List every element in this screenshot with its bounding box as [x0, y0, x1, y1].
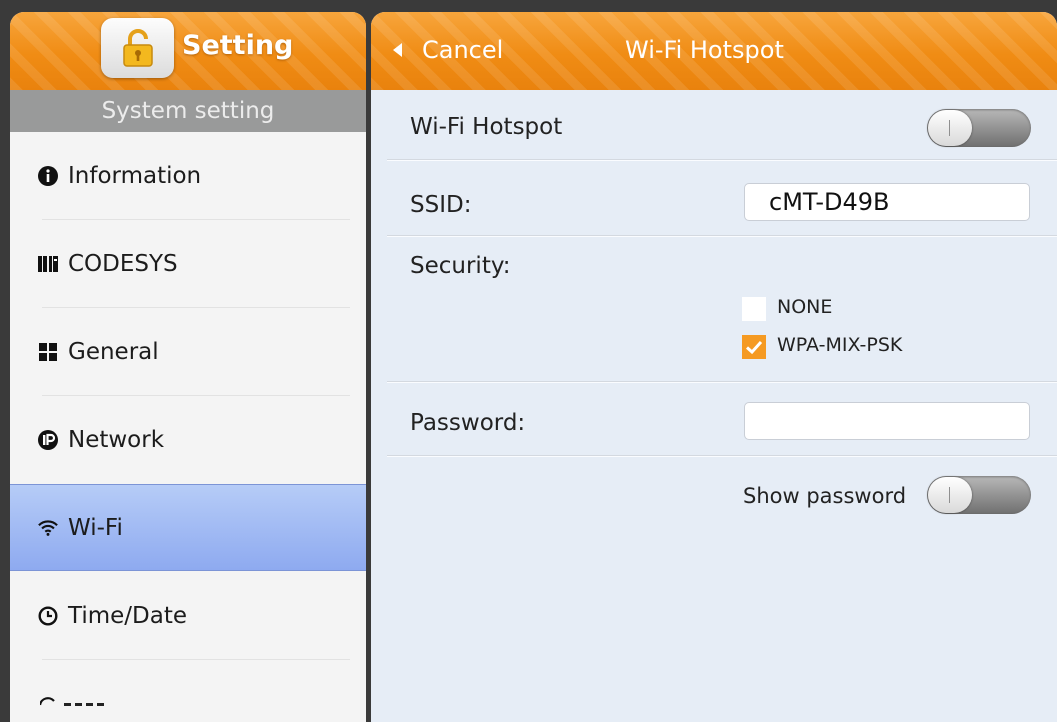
panel-header: Cancel Wi-Fi Hotspot	[371, 12, 1057, 90]
sidebar-item-general[interactable]: General	[10, 308, 366, 396]
unlock-icon	[122, 29, 153, 67]
sidebar-item-label: Information	[68, 163, 202, 189]
page-title: Wi-Fi Hotspot	[625, 36, 784, 64]
security-label: Security:	[410, 253, 511, 279]
sidebar-item-label: Time/Date	[68, 603, 188, 629]
toggle-knob	[928, 477, 972, 513]
divider	[42, 659, 350, 660]
wifi-icon	[38, 518, 58, 538]
password-input[interactable]	[744, 402, 1030, 440]
cancel-label: Cancel	[422, 36, 504, 64]
sidebar-title: Setting	[182, 30, 294, 61]
sidebar-header: Setting	[10, 12, 366, 90]
sidebar-item-wifi[interactable]: Wi-Fi	[10, 484, 366, 571]
ip-icon	[38, 430, 58, 450]
ssid-label: SSID:	[410, 192, 472, 218]
cancel-button[interactable]: Cancel	[393, 36, 503, 64]
security-wpa-checkbox[interactable]	[742, 335, 766, 359]
divider	[387, 159, 1057, 161]
checkmark-icon	[745, 340, 763, 355]
sidebar-item-codesys[interactable]: CODESYS	[10, 220, 366, 308]
security-none-checkbox[interactable]	[742, 297, 766, 321]
sidebar-item-label: CODESYS	[68, 251, 178, 277]
show-password-toggle[interactable]	[927, 476, 1031, 514]
settings-sidebar: Setting System setting Information CODES…	[10, 12, 366, 722]
sidebar-item-time-date[interactable]: Time/Date	[10, 572, 366, 660]
grid-icon	[38, 342, 58, 362]
sidebar-item-label: Network	[68, 427, 165, 453]
codesys-icon	[38, 254, 58, 274]
security-wpa-label: WPA-MIX-PSK	[777, 334, 903, 356]
security-none-label: NONE	[777, 296, 833, 318]
info-circle-icon	[38, 166, 58, 186]
section-header: System setting	[10, 90, 366, 132]
sidebar-item-label: General	[68, 339, 159, 365]
sidebar-item-information[interactable]: Information	[10, 132, 366, 220]
sidebar-item-label: Wi-Fi	[68, 514, 123, 541]
hotspot-label: Wi-Fi Hotspot	[410, 114, 563, 140]
divider	[387, 455, 1057, 457]
lock-button[interactable]	[101, 18, 174, 78]
hotspot-toggle[interactable]	[927, 109, 1031, 147]
sidebar-item-network[interactable]: Network	[10, 396, 366, 484]
form-body: Wi-Fi Hotspot SSID: cMT-D49B Security: N…	[371, 90, 1057, 722]
sidebar-item-partial	[38, 692, 104, 706]
divider	[387, 381, 1057, 383]
clock-icon	[38, 606, 58, 626]
back-arrow-icon	[393, 43, 402, 57]
password-label: Password:	[410, 410, 526, 436]
show-password-label: Show password	[743, 484, 907, 508]
toggle-knob	[928, 110, 972, 146]
wifi-hotspot-panel: Cancel Wi-Fi Hotspot Wi-Fi Hotspot SSID:…	[371, 12, 1057, 722]
ssid-input[interactable]: cMT-D49B	[744, 183, 1030, 221]
divider	[387, 235, 1057, 237]
